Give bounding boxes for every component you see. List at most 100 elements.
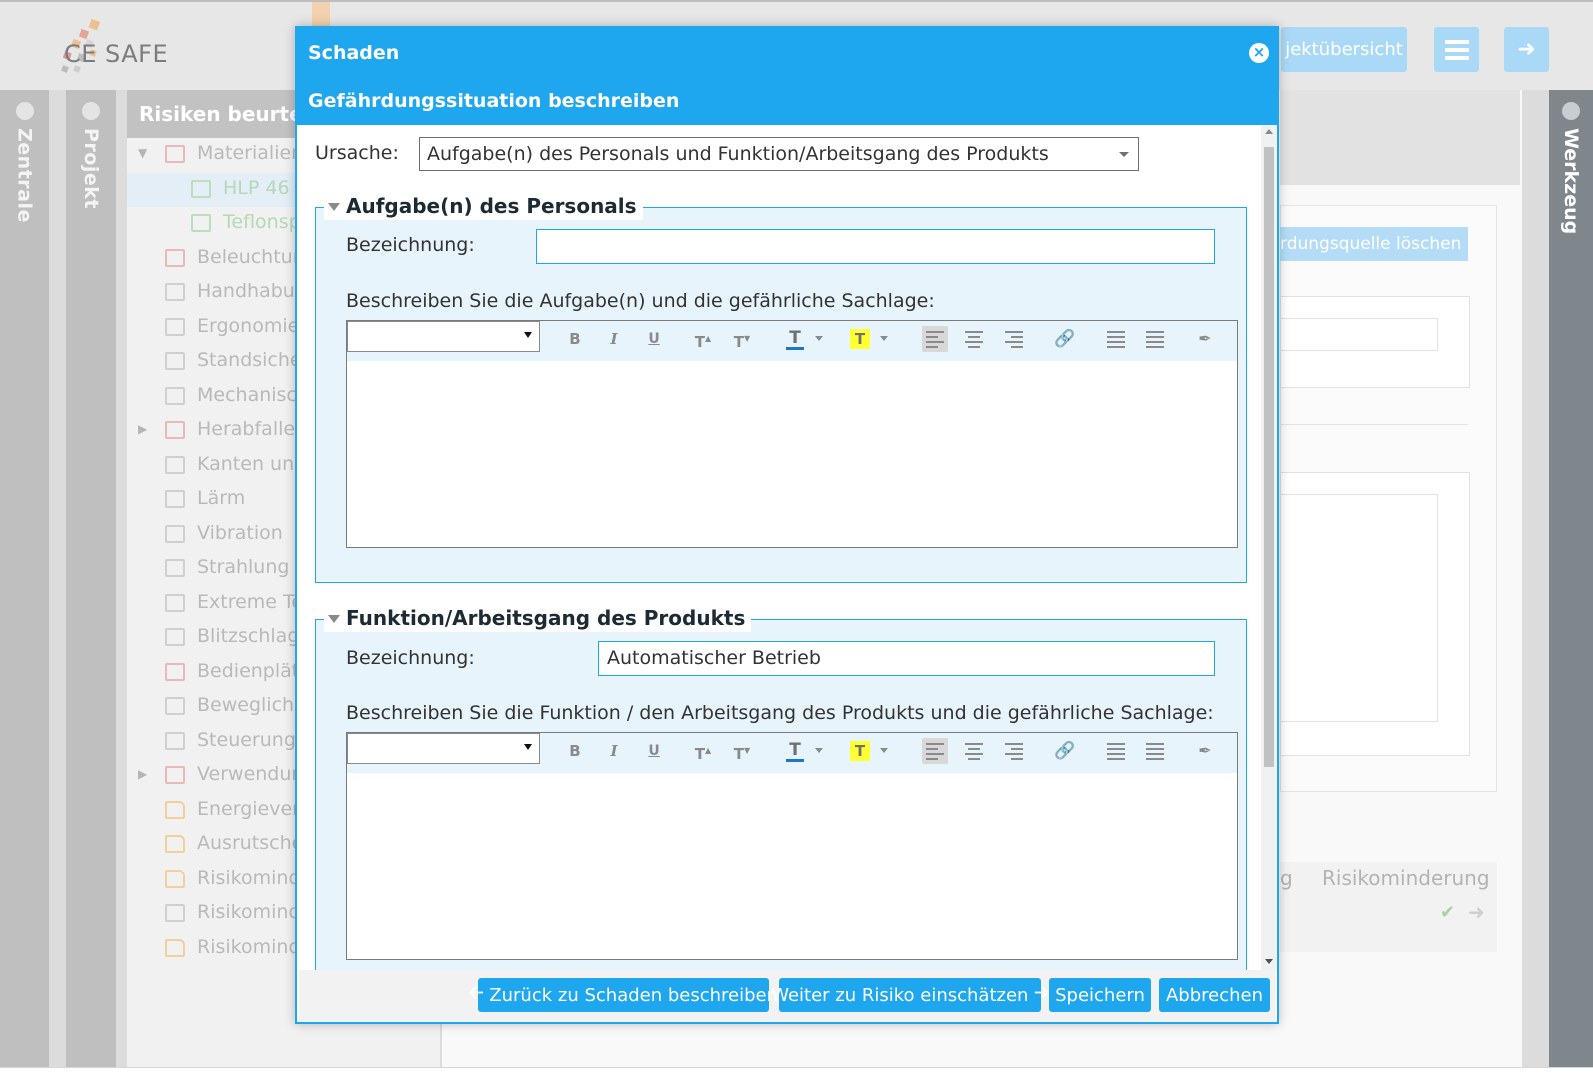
ursache-select[interactable]: Aufgabe(n) des Personals und Funktion/Ar… <box>419 137 1139 171</box>
highlight-button[interactable]: T <box>850 329 870 349</box>
subscript-button[interactable]: T▼ <box>729 326 755 352</box>
scroll-thumb[interactable] <box>1264 147 1274 767</box>
align-center-button[interactable] <box>961 326 987 352</box>
back-button-label: Zurück zu Schaden beschreiben <box>489 984 779 1006</box>
tree-item-label: Risikomind <box>197 901 301 923</box>
tree-item-label: Bewegliche <box>197 694 306 716</box>
background-select[interactable] <box>1280 318 1438 351</box>
bullet-list-icon <box>1146 743 1164 760</box>
editor-content[interactable] <box>347 773 1237 959</box>
cancel-button[interactable]: Abbrechen <box>1159 978 1270 1012</box>
italic-button[interactable]: I <box>601 738 627 764</box>
link-button[interactable]: 🔗 <box>1052 326 1078 352</box>
describe-label-1: Beschreiben Sie die Aufgabe(n) und die g… <box>346 290 935 312</box>
tree-item-label: Steuerung <box>197 728 296 751</box>
bold-button[interactable]: B <box>562 738 588 764</box>
sidebar-werkzeug[interactable]: Werkzeug <box>1549 90 1593 1087</box>
delete-hazard-source-button[interactable]: rdungsquelle löschen <box>1280 227 1468 261</box>
back-button[interactable]: 🡠 Zurück zu Schaden beschreiben <box>469 978 778 1012</box>
caret-right-icon[interactable]: ▶ <box>138 767 147 781</box>
caret-right-icon[interactable]: ▶ <box>138 422 147 436</box>
tree-item-label: Kanten und <box>197 452 307 475</box>
ordered-list-icon <box>1107 743 1125 760</box>
superscript-button[interactable]: T▲ <box>690 738 716 764</box>
arrow-right-icon[interactable]: ➜ <box>1468 900 1485 924</box>
section-personal-tasks-toggle[interactable]: Aufgabe(n) des Personals <box>324 194 643 220</box>
highlight-button[interactable]: T <box>850 741 870 761</box>
sidebar-projekt-label: Projekt <box>80 128 102 209</box>
doc-check-icon <box>191 214 211 232</box>
section-product-function-toggle[interactable]: Funktion/Arbeitsgang des Produkts <box>324 606 752 632</box>
collapse-icon[interactable] <box>82 102 100 120</box>
dialog-body: Ursache: Aufgabe(n) des Personals und Fu… <box>301 125 1261 970</box>
sidebar-zentrale[interactable]: Zentrale <box>0 90 49 1087</box>
clear-format-button[interactable]: ✒ <box>1192 738 1218 764</box>
align-left-button[interactable] <box>922 326 948 352</box>
superscript-icon: T <box>694 745 706 763</box>
ordered-list-button[interactable] <box>1103 738 1129 764</box>
caret-down-icon[interactable]: ▼ <box>138 146 147 160</box>
superscript-button[interactable]: T▲ <box>690 326 716 352</box>
text-color-button[interactable]: T <box>784 326 806 352</box>
bezeichnung-label: Bezeichnung: <box>346 647 475 669</box>
collapse-icon[interactable] <box>1562 102 1580 120</box>
ordered-list-button[interactable] <box>1103 326 1129 352</box>
highlight-caret-icon[interactable] <box>880 748 888 753</box>
underline-button[interactable]: U <box>641 738 667 764</box>
align-left-button[interactable] <box>922 738 948 764</box>
link-button[interactable]: 🔗 <box>1052 738 1078 764</box>
tree-item-label: Teflonsp <box>223 211 301 233</box>
sidebar-projekt[interactable]: Projekt <box>66 90 116 1087</box>
font-select[interactable] <box>347 733 540 764</box>
logout-button[interactable]: ➜ <box>1504 27 1549 72</box>
align-center-button[interactable] <box>961 738 987 764</box>
underline-button[interactable]: U <box>641 326 667 352</box>
tree-item-label: Materialien <box>197 142 304 164</box>
text-color-bar <box>786 759 804 762</box>
collapse-icon[interactable] <box>15 102 34 120</box>
align-left-icon <box>926 331 944 348</box>
align-right-button[interactable] <box>1001 738 1027 764</box>
subscript-button[interactable]: T▼ <box>729 738 755 764</box>
save-button[interactable]: Speichern <box>1049 978 1151 1012</box>
highlight-caret-icon[interactable] <box>880 336 888 341</box>
next-button[interactable]: Weiter zu Risiko einschätzen 🡢 <box>771 978 1049 1012</box>
text-color-button[interactable]: T <box>784 738 806 764</box>
dialog-scrollbar[interactable] <box>1261 125 1277 970</box>
text-color-caret-icon[interactable] <box>815 748 823 753</box>
italic-button[interactable]: I <box>601 326 627 352</box>
table-header-g: g <box>1280 866 1293 890</box>
rich-text-editor-1[interactable]: B I U T▲ T▼ T T 🔗 ✒ <box>346 320 1238 548</box>
scroll-up-icon[interactable] <box>1265 129 1273 134</box>
menu-button[interactable] <box>1434 27 1479 72</box>
highlight-icon: T <box>854 742 866 760</box>
rich-text-editor-2[interactable]: B I U T▲ T▼ T T 🔗 ✒ <box>346 732 1238 960</box>
tree-item-label: Beleuchtun <box>197 245 305 268</box>
folder-x-icon <box>165 593 185 612</box>
editor-content[interactable] <box>347 361 1237 547</box>
bullet-list-button[interactable] <box>1142 738 1168 764</box>
tree-item-label: Ausrutsche <box>197 832 304 854</box>
align-center-icon <box>965 331 983 348</box>
text-color-caret-icon[interactable] <box>815 336 823 341</box>
project-overview-button[interactable]: jektübersicht <box>1281 27 1407 72</box>
editor-toolbar: B I U T▲ T▼ T T 🔗 ✒ <box>347 733 1237 773</box>
bezeichnung-input-1[interactable] <box>536 229 1215 264</box>
align-right-button[interactable] <box>1001 326 1027 352</box>
folder-icon <box>165 938 185 957</box>
sidebar-werkzeug-label: Werkzeug <box>1560 128 1582 235</box>
status-strip <box>0 1067 1593 1089</box>
project-overview-label: jektübersicht <box>1285 39 1403 60</box>
bullet-list-button[interactable] <box>1142 326 1168 352</box>
bezeichnung-input-2[interactable]: Automatischer Betrieb <box>598 641 1215 676</box>
close-icon[interactable]: × <box>1249 43 1269 63</box>
bold-button[interactable]: B <box>562 326 588 352</box>
align-right-icon <box>1005 331 1023 348</box>
scroll-down-icon[interactable] <box>1265 959 1273 964</box>
folder-x-icon <box>165 283 185 301</box>
tree-item-label: Verwendun <box>197 763 304 785</box>
clear-format-button[interactable]: ✒ <box>1192 326 1218 352</box>
font-select[interactable] <box>347 321 540 352</box>
text-color-icon: T <box>789 740 801 760</box>
folder-warning-icon <box>165 248 185 267</box>
